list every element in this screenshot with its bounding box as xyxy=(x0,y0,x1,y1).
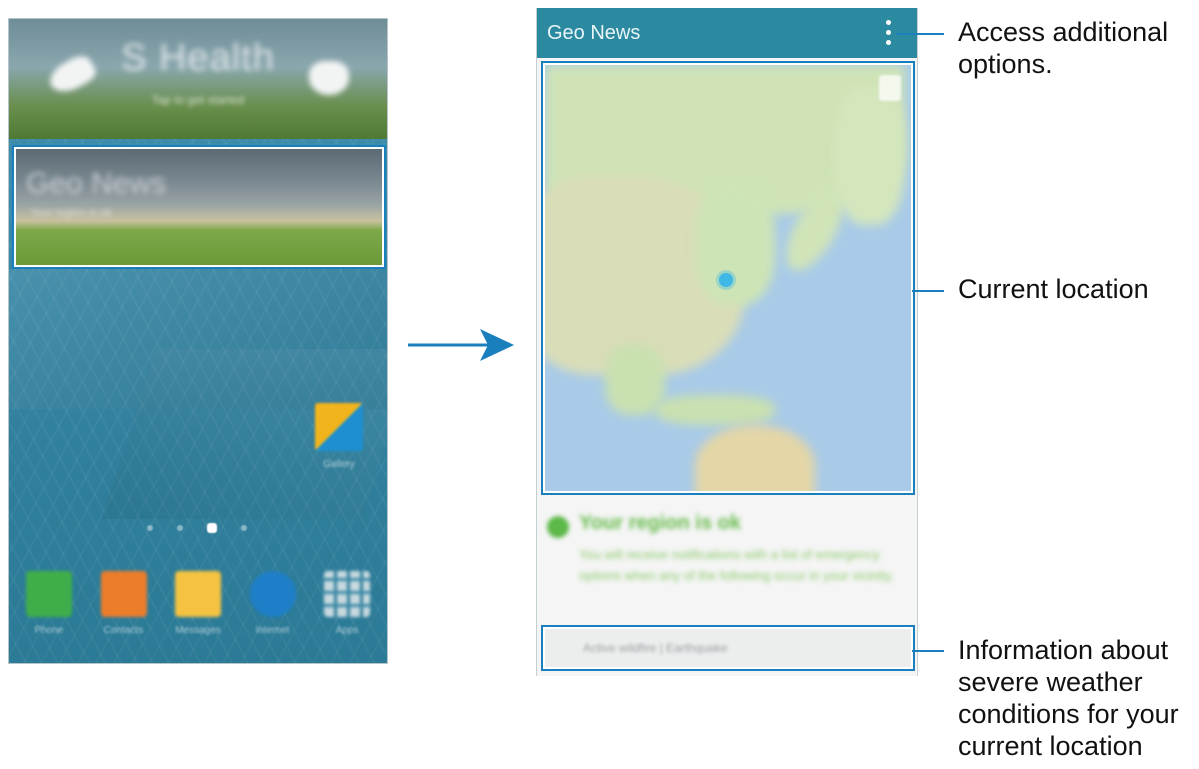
region-status-card: Your region is ok You will receive notif… xyxy=(537,498,917,618)
dock-label: Messages xyxy=(175,625,221,636)
map-landmass xyxy=(655,395,775,425)
geonews-widget[interactable]: Geo News Your region is ok xyxy=(12,145,386,269)
app-bar: Geo News xyxy=(537,8,917,58)
gallery-icon xyxy=(315,403,363,451)
more-options-icon[interactable] xyxy=(885,20,893,46)
status-ok-icon xyxy=(547,516,569,538)
current-location-marker xyxy=(719,273,733,287)
geonews-app: Geo News Your region is ok You will rece… xyxy=(536,8,918,676)
callout-options: Access additional options. xyxy=(958,17,1169,79)
status-description: You will receive notifications with a li… xyxy=(579,547,894,583)
internet-icon xyxy=(249,571,296,617)
page-dot[interactable] xyxy=(147,525,153,531)
map-landmass xyxy=(695,185,775,305)
location-map[interactable] xyxy=(541,61,915,495)
map-landmass xyxy=(695,425,815,491)
gallery-label: Gallery xyxy=(323,459,355,470)
dock-item-apps[interactable]: Apps xyxy=(315,571,379,636)
page-dot[interactable] xyxy=(177,525,183,531)
page-dot-active[interactable] xyxy=(207,523,217,533)
callout-location: Current location xyxy=(958,274,1149,304)
geonews-widget-title: Geo News xyxy=(26,167,167,200)
phone-icon xyxy=(26,571,72,617)
apps-icon xyxy=(324,571,370,617)
page-indicator xyxy=(147,523,247,533)
severe-weather-info-bar[interactable]: Active wildfire | Earthquake xyxy=(541,625,915,671)
arrow-right-icon xyxy=(408,329,514,361)
shealth-widget[interactable]: S Health Tap to get started xyxy=(9,19,387,139)
contacts-icon xyxy=(100,571,147,617)
callout-line xyxy=(912,650,944,652)
home-screen: S Health Tap to get started Geo News You… xyxy=(8,18,388,664)
dock-label: Contacts xyxy=(103,625,144,636)
gallery-shortcut[interactable]: Gallery xyxy=(313,403,365,470)
app-dock: Phone Contacts Messages Internet Apps xyxy=(17,571,379,636)
shealth-subtitle: Tap to get started xyxy=(151,93,245,107)
dock-label: Phone xyxy=(34,625,64,636)
heart-icon xyxy=(309,61,349,95)
info-bar-text: Active wildfire | Earthquake xyxy=(583,641,728,655)
map-landmass xyxy=(835,85,905,225)
page-dot[interactable] xyxy=(241,525,247,531)
dock-label: Internet xyxy=(255,625,290,636)
callout-line xyxy=(912,290,944,292)
messages-icon xyxy=(175,571,221,617)
dock-item-contacts[interactable]: Contacts xyxy=(92,571,156,636)
status-title: Your region is ok xyxy=(579,512,741,534)
dock-item-messages[interactable]: Messages xyxy=(166,571,230,636)
mic-icon[interactable] xyxy=(879,75,901,101)
geonews-widget-subtitle: Your region is ok xyxy=(30,207,112,219)
callout-weather: Information about severe weather conditi… xyxy=(958,635,1179,761)
callout-line xyxy=(896,33,944,35)
dock-item-internet[interactable]: Internet xyxy=(241,571,305,636)
dock-label: Apps xyxy=(335,625,359,636)
dock-item-phone[interactable]: Phone xyxy=(17,571,81,636)
app-title: Geo News xyxy=(547,22,641,44)
